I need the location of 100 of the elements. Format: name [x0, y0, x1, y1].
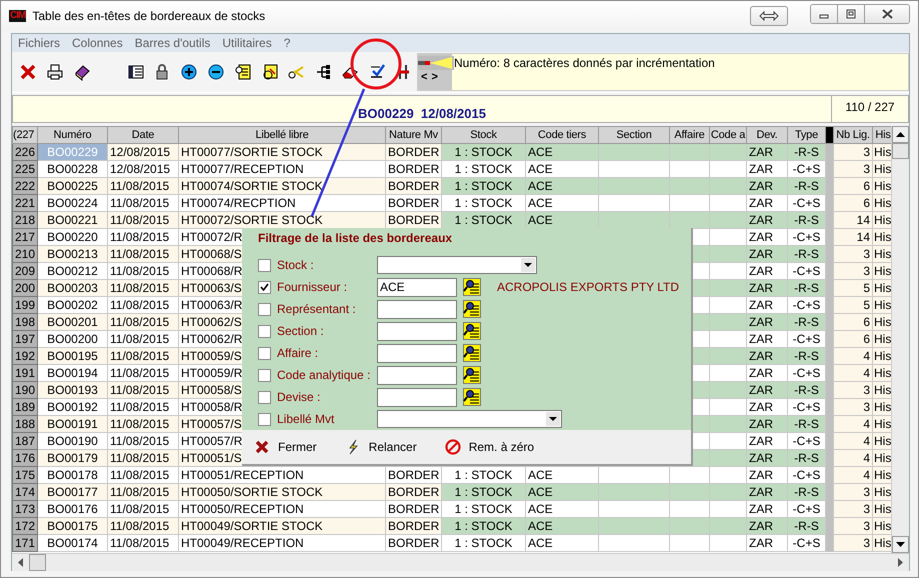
lookup-icon[interactable]	[463, 388, 481, 406]
dropdown[interactable]	[377, 410, 562, 428]
checkbox[interactable]	[258, 258, 271, 272]
restore-button[interactable]	[750, 6, 788, 26]
table-cell: 11/08/2015	[108, 178, 178, 194]
row-header[interactable]: 200	[12, 280, 38, 296]
checkbox[interactable]	[258, 412, 271, 426]
table-cell: ZAR	[746, 450, 788, 466]
dropdown[interactable]	[377, 256, 537, 274]
close-button[interactable]	[865, 5, 909, 23]
checkbox[interactable]	[258, 324, 271, 338]
row-header[interactable]: 188	[12, 416, 38, 432]
table-cell: 3	[834, 144, 872, 160]
lookup-icon[interactable]	[463, 344, 481, 362]
row-header[interactable]: 191	[12, 364, 38, 382]
input-field[interactable]	[377, 322, 457, 340]
row-header[interactable]: 217	[12, 228, 38, 246]
column-header[interactable]: Code tiers	[526, 126, 598, 144]
column-header[interactable]: Stock	[442, 126, 526, 144]
input-field[interactable]	[377, 300, 457, 318]
column-header[interactable]: Affaire	[670, 126, 710, 144]
input-field[interactable]	[377, 388, 457, 406]
table-cell: BO00177	[38, 484, 108, 500]
row-header[interactable]: 199	[12, 296, 38, 314]
row-header[interactable]: 218	[12, 212, 38, 228]
lookup-icon[interactable]	[463, 322, 481, 340]
next-button[interactable]: >	[431, 70, 438, 84]
row-header[interactable]: 225	[12, 160, 38, 178]
column-header[interactable]: Nb Lig.	[834, 126, 872, 144]
row-header[interactable]: 197	[12, 330, 38, 348]
row-header[interactable]: 210	[12, 246, 38, 262]
document-search-icon[interactable]	[234, 63, 252, 81]
maximize-button[interactable]	[838, 5, 865, 23]
menu-item[interactable]: ?	[284, 36, 290, 50]
zoom-icon[interactable]	[260, 63, 279, 81]
menu-item[interactable]: Fichiers	[18, 36, 60, 50]
row-header[interactable]: 226	[12, 144, 38, 160]
checkbox[interactable]	[258, 368, 271, 382]
checkbox[interactable]	[258, 302, 271, 316]
checkbox[interactable]	[258, 346, 271, 360]
column-header[interactable]: (227	[12, 126, 38, 144]
column-header[interactable]: Type	[788, 126, 826, 144]
row-header[interactable]: 171	[12, 534, 38, 552]
lookup-icon[interactable]	[463, 300, 481, 318]
scroll-thumb[interactable]	[29, 554, 46, 571]
vertical-scrollbar[interactable]	[891, 126, 909, 553]
lookup-icon[interactable]	[463, 366, 481, 384]
table-cell: ZAR	[746, 280, 788, 296]
checkbox[interactable]	[258, 390, 271, 404]
input-field[interactable]	[377, 344, 457, 362]
table-cell: 11/08/2015	[108, 416, 178, 432]
row-header[interactable]: 221	[12, 194, 38, 212]
field-label: Code analytique :	[277, 368, 372, 382]
row-header[interactable]: 189	[12, 398, 38, 416]
checkbox[interactable]	[258, 280, 271, 294]
reset-button[interactable]: Rem. à zéro	[442, 437, 536, 457]
column-header[interactable]: Libellé libre	[178, 126, 386, 144]
scroll-up-button[interactable]	[892, 126, 909, 143]
column-header[interactable]: Nature Mv	[386, 126, 442, 144]
row-header[interactable]: 198	[12, 314, 38, 330]
column-header[interactable]: Section	[598, 126, 670, 144]
row-header[interactable]: 187	[12, 432, 38, 450]
row-header[interactable]: 173	[12, 500, 38, 518]
printer-icon[interactable]	[46, 63, 64, 81]
menu-item[interactable]: Utilitaires	[222, 36, 272, 50]
row-header[interactable]: 176	[12, 450, 38, 466]
table-cell: 1 : STOCK	[442, 518, 526, 534]
column-header[interactable]: His	[872, 126, 892, 144]
remove-icon[interactable]	[206, 63, 225, 81]
table-icon[interactable]	[126, 63, 145, 81]
row-header[interactable]: 172	[12, 518, 38, 534]
row-header[interactable]: 175	[12, 466, 38, 484]
table-cell: ZAR	[746, 246, 788, 262]
minimize-button[interactable]	[811, 5, 838, 23]
row-header[interactable]: 174	[12, 484, 38, 500]
input-field[interactable]: ACE	[377, 278, 457, 296]
row-header[interactable]: 209	[12, 262, 38, 280]
tree-icon[interactable]	[314, 63, 332, 81]
column-header[interactable]: Numéro	[38, 126, 108, 144]
table-cell: HT00077/SORTIE STOCK	[178, 144, 386, 160]
row-header[interactable]: 190	[12, 382, 38, 398]
menu-item[interactable]: Barres d'outils	[134, 36, 210, 50]
column-header[interactable]: Dev.	[746, 126, 788, 144]
column-header[interactable]: Code a	[710, 126, 746, 144]
close-icon[interactable]	[19, 63, 38, 81]
row-header[interactable]: 192	[12, 348, 38, 364]
input-field[interactable]	[377, 366, 457, 384]
table-cell: BO00225	[38, 178, 108, 194]
table-cell: 11/08/2015	[108, 450, 178, 466]
book-icon[interactable]	[72, 63, 91, 81]
lookup-icon[interactable]	[463, 278, 481, 296]
menu-item[interactable]: Colonnes	[72, 36, 123, 50]
column-header[interactable]: Date	[108, 126, 178, 144]
row-header[interactable]: 222	[12, 178, 38, 194]
scroll-down-button[interactable]	[892, 536, 909, 553]
horizontal-scrollbar[interactable]	[12, 553, 909, 571]
table-cell: 3	[834, 160, 872, 178]
scroll-thumb[interactable]	[892, 143, 909, 159]
previous-button[interactable]: <	[421, 70, 428, 84]
add-icon[interactable]	[180, 63, 198, 81]
